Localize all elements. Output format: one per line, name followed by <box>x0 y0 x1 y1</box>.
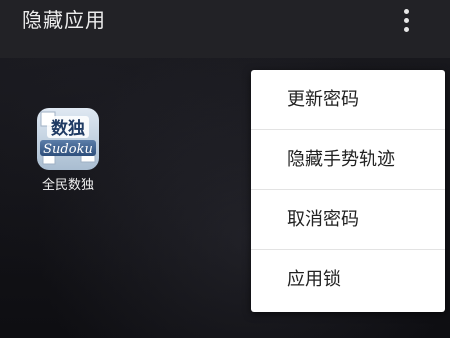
app-bar: 隐藏应用 <box>0 0 450 58</box>
more-vertical-icon-dot <box>403 17 409 23</box>
more-vertical-icon-dot <box>403 26 409 32</box>
menu-item-cancel-password[interactable]: 取消密码 <box>251 190 445 250</box>
app-label: 全民数独 <box>41 178 94 193</box>
menu-item-hide-gesture-trail[interactable]: 隐藏手势轨迹 <box>251 130 445 190</box>
svg-text:Sudoku: Sudoku <box>43 142 93 157</box>
app-item-sudoku[interactable]: 数独 Sudoku 全民数独 <box>30 108 106 194</box>
menu-item-update-password[interactable]: 更新密码 <box>251 70 445 130</box>
more-vertical-icon <box>403 8 409 14</box>
page-title: 隐藏应用 <box>22 8 106 32</box>
overflow-menu-button[interactable] <box>390 0 422 40</box>
overflow-menu: 更新密码 隐藏手势轨迹 取消密码 应用锁 <box>251 70 445 312</box>
sudoku-app-icon: 数独 Sudoku <box>37 108 99 170</box>
menu-item-app-lock[interactable]: 应用锁 <box>251 250 445 310</box>
svg-text:数独: 数独 <box>51 118 85 139</box>
